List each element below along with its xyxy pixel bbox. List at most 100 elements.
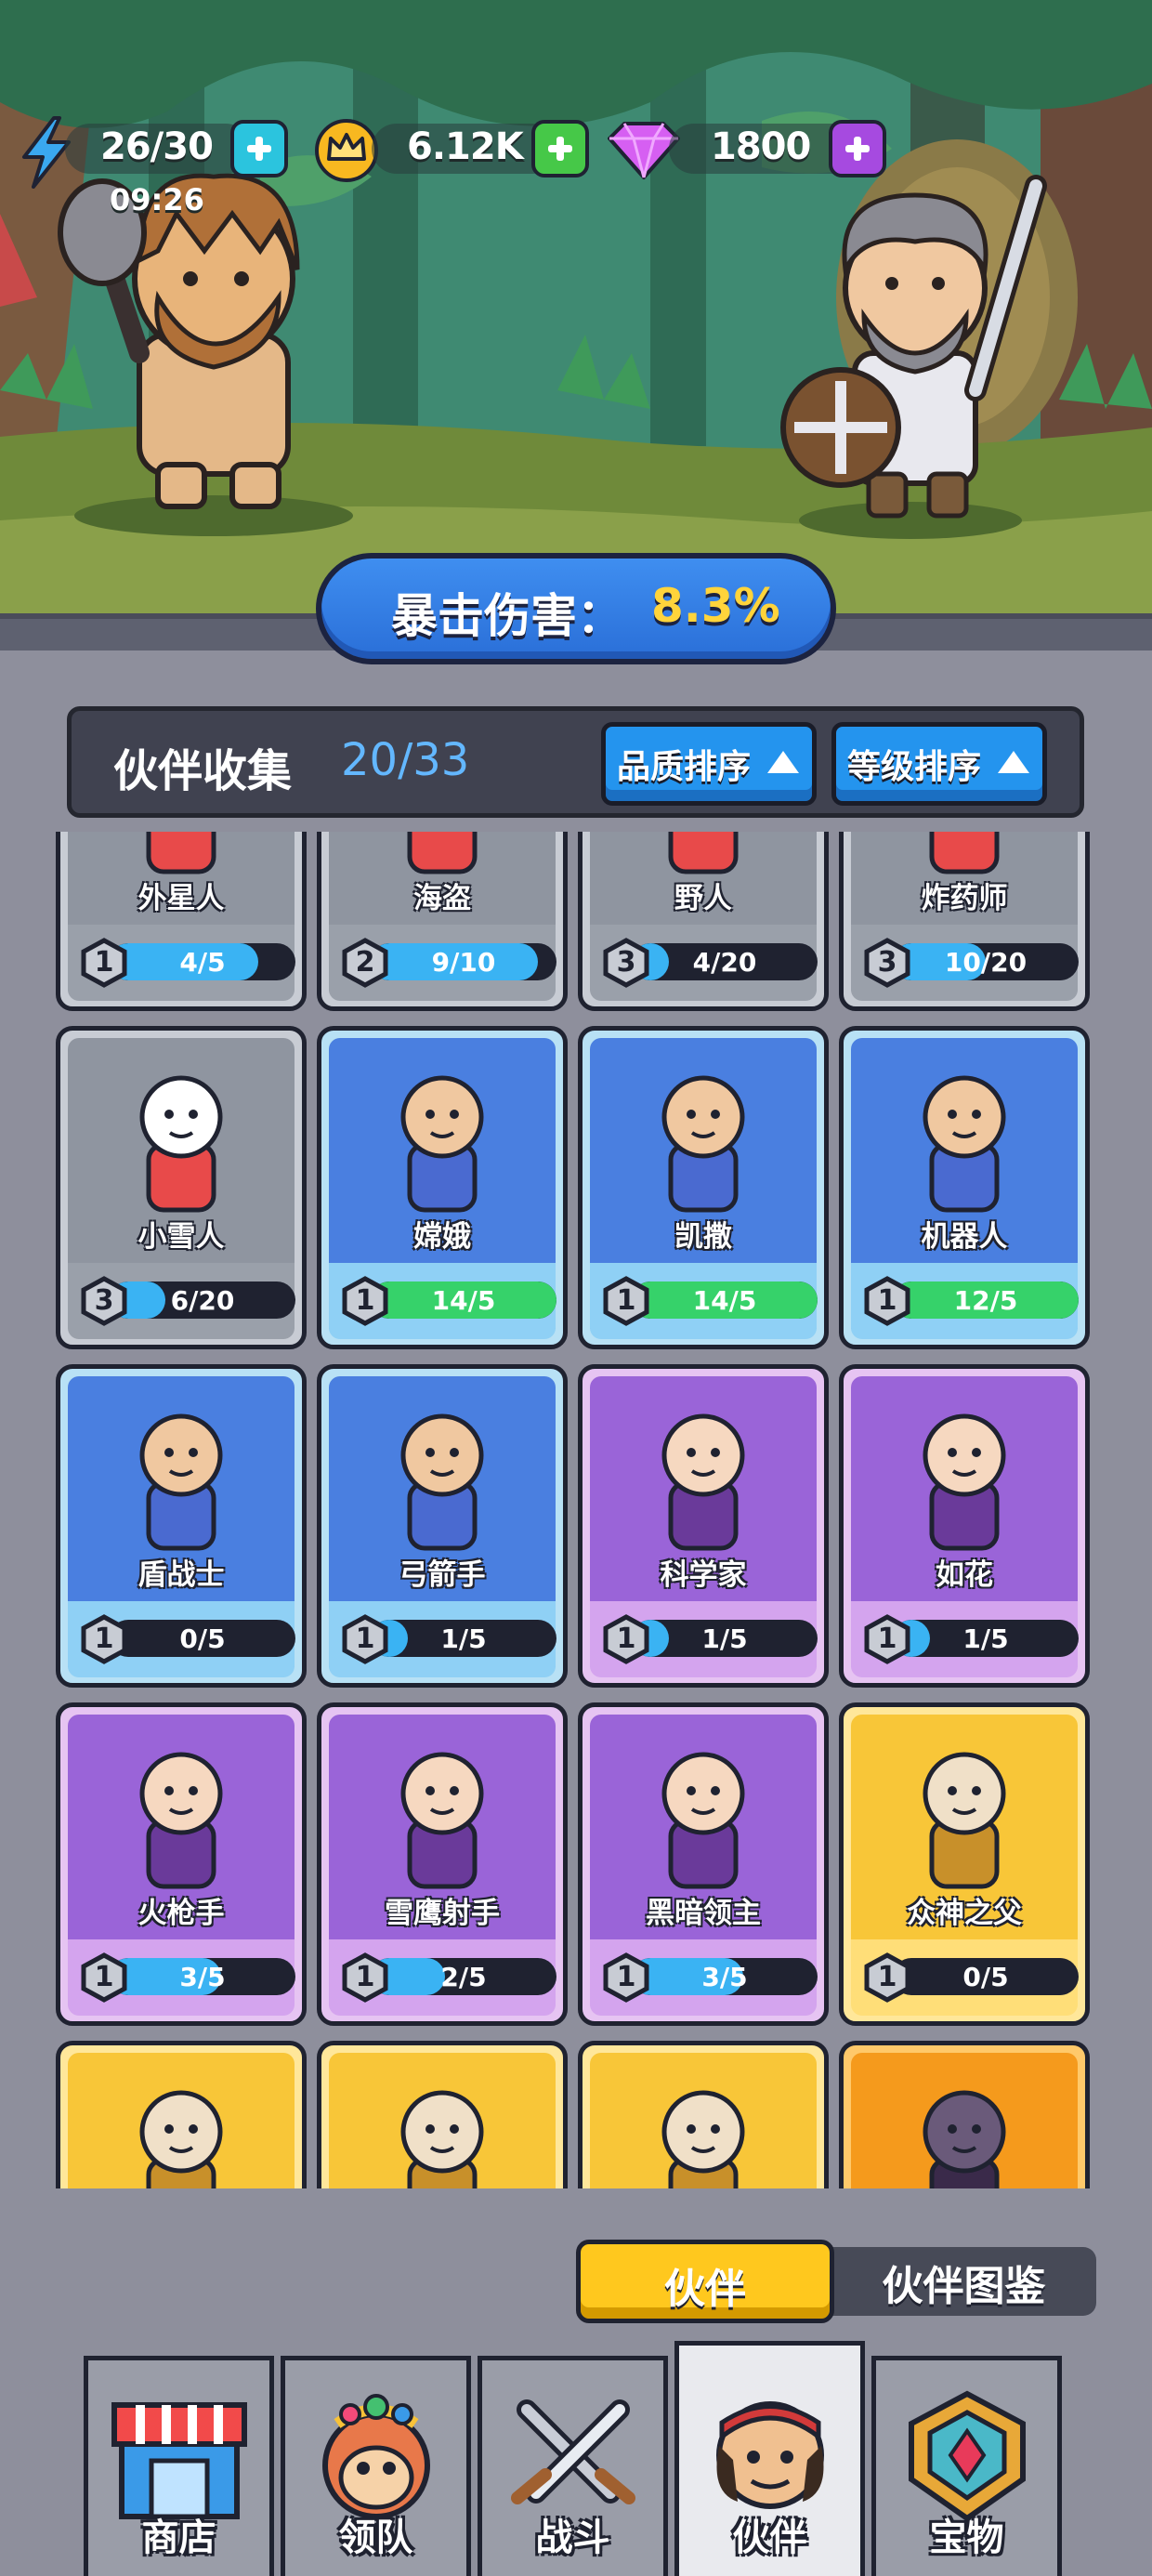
partner-view-toggle: 伙伴图鉴 伙伴	[576, 2240, 1096, 2323]
partner-level: 1	[355, 1284, 375, 1317]
partner-portrait	[923, 1075, 1006, 1213]
partner-grid-viewport[interactable]: 外星人 4/5 1 海盗 9/10 2 野人 4/20 3 炸药师 10/20 3 小雪人 6/20 3 嫦娥…	[56, 832, 1096, 2188]
partner-name: 科学家	[660, 1558, 747, 1592]
partner-card[interactable]: 火枪手 3/5 1	[56, 1702, 307, 2026]
partner-shard-progress-bar: 1/5	[893, 1620, 1079, 1657]
partner-portrait	[400, 1413, 484, 1551]
partner-card[interactable]	[578, 2041, 829, 2188]
coins-plus-button[interactable]	[531, 120, 589, 177]
partner-card[interactable]: 弓箭手 1/5 1	[317, 1364, 568, 1688]
resource-hud: 26/30 6.12K 1800	[19, 116, 901, 189]
tab-partner-codex[interactable]: 伙伴图鉴	[831, 2247, 1096, 2316]
tab-partners-label: 伙伴	[664, 2266, 746, 2313]
nav-tab-leader[interactable]: 领队	[281, 2356, 471, 2576]
partner-progress-area: 2/5 1	[329, 1939, 556, 2016]
partner-progress-area: 0/5 1	[68, 1601, 295, 1677]
partner-card[interactable]: 凯撒 14/5 1	[578, 1026, 829, 1349]
nav-tab-shop-label: 商店	[141, 2517, 216, 2559]
partner-level: 1	[616, 1623, 636, 1655]
shop-icon	[111, 2402, 247, 2519]
crown-coin-icon	[315, 119, 378, 182]
partner-portrait	[661, 1752, 745, 1889]
partner-card[interactable]: 机器人 12/5 1	[839, 1026, 1090, 1349]
partner-progress-text: 10/20	[944, 947, 1028, 978]
nav-tab-partners[interactable]: 伙伴	[674, 2341, 865, 2576]
partner-shard-progress-bar: 10/20	[893, 943, 1079, 980]
partner-progress-area: 9/10 2	[329, 925, 556, 1001]
partner-progress-text: 9/10	[431, 947, 496, 978]
partner-card[interactable]: 野人 4/20 3	[578, 832, 829, 1011]
nav-tab-partners-label: 伙伴	[732, 2517, 807, 2559]
partner-card[interactable]	[839, 2041, 1090, 2188]
crossed-swords-icon	[510, 2399, 635, 2504]
tab-partners[interactable]: 伙伴	[576, 2240, 834, 2323]
nav-tab-treasure[interactable]: 宝物	[871, 2356, 1062, 2576]
energy-timer: 09:26	[110, 182, 204, 217]
partner-portrait	[661, 1413, 745, 1551]
partner-card[interactable]: 小雪人 6/20 3	[56, 1026, 307, 1349]
collection-header: 伙伴收集 20/33 品质排序 等级排序	[67, 706, 1084, 818]
partner-shard-progress-bar: 4/5	[110, 943, 295, 980]
partner-progress-area: 3/5 1	[68, 1939, 295, 2016]
partner-card[interactable]	[317, 2041, 568, 2188]
partner-card[interactable]: 海盗 9/10 2	[317, 832, 568, 1011]
partner-name: 火枪手	[137, 1897, 225, 1930]
nav-tab-shop[interactable]: 商店	[84, 2356, 274, 2576]
energy-value: 26/30	[100, 125, 214, 168]
sort-ascending-icon	[767, 751, 799, 773]
treasure-emblem-icon	[908, 2390, 1026, 2522]
partner-level: 2	[355, 946, 375, 979]
partner-progress-area: 12/5 1	[851, 1263, 1079, 1339]
partner-card[interactable]: 雪鹰射手 2/5 1	[317, 1702, 568, 2026]
partner-shard-progress-bar: 1/5	[371, 1620, 556, 1657]
gems-value: 1800	[711, 125, 811, 168]
partner-shard-progress-bar: 1/5	[632, 1620, 818, 1657]
level-hexagon-icon: 3	[79, 1276, 129, 1326]
partner-card[interactable]: 众神之父 0/5 1	[839, 1702, 1090, 2026]
partner-card[interactable]: 如花 1/5 1	[839, 1364, 1090, 1688]
nav-tab-battle[interactable]: 战斗	[478, 2356, 668, 2576]
partner-card[interactable]: 嫦娥 14/5 1	[317, 1026, 568, 1349]
partner-level: 1	[94, 1961, 114, 1993]
partner-progress-text: 1/5	[440, 1623, 487, 1654]
game-screen: 26/30 6.12K 1800 09:26 暴击伤害： 8.3% 伙伴收集 2…	[0, 0, 1152, 2576]
partner-name: 海盗	[413, 882, 471, 915]
gems-plus-button[interactable]	[829, 120, 886, 177]
partner-progress-text: 0/5	[179, 1623, 226, 1654]
partner-progress-text: 12/5	[953, 1285, 1018, 1316]
monkey-leader-icon	[321, 2394, 430, 2519]
partner-card[interactable]: 外星人 4/5 1	[56, 832, 307, 1011]
partner-portrait	[923, 1413, 1006, 1551]
partner-portrait	[400, 2090, 484, 2188]
sort-by-quality-button[interactable]: 品质排序	[601, 722, 817, 806]
partner-name: 外星人	[137, 882, 225, 915]
level-hexagon-icon: 1	[862, 1952, 912, 2003]
sort-by-quality-label: 品质排序	[617, 748, 752, 786]
energy-plus-button[interactable]	[230, 120, 288, 177]
partner-card[interactable]	[56, 2041, 307, 2188]
partner-card[interactable]: 黑暗领主 3/5 1	[578, 1702, 829, 2026]
partner-portrait	[668, 832, 739, 874]
partner-level: 3	[94, 1284, 114, 1317]
coins-value: 6.12K	[407, 125, 524, 168]
tab-partner-codex-label: 伙伴图鉴	[882, 2263, 1046, 2310]
level-hexagon-icon: 1	[601, 1614, 651, 1664]
partner-level: 1	[877, 1284, 897, 1317]
partner-progress-area: 1/5 1	[590, 1601, 818, 1677]
partner-name: 盾战士	[137, 1558, 225, 1592]
level-hexagon-icon: 1	[862, 1614, 912, 1664]
partner-portrait	[139, 1413, 223, 1551]
partner-progress-area: 1/5 1	[329, 1601, 556, 1677]
partner-portrait	[139, 1752, 223, 1889]
partner-card[interactable]: 科学家 1/5 1	[578, 1364, 829, 1688]
partner-card[interactable]: 盾战士 0/5 1	[56, 1364, 307, 1688]
nav-tab-treasure-label: 宝物	[929, 2517, 1004, 2559]
partner-shard-progress-bar: 2/5	[371, 1958, 556, 1995]
partner-progress-text: 0/5	[962, 1962, 1009, 1992]
partner-level: 1	[877, 1961, 897, 1993]
partner-progress-text: 3/5	[179, 1962, 226, 1992]
partner-name: 机器人	[921, 1220, 1008, 1254]
sort-by-level-button[interactable]: 等级排序	[831, 722, 1047, 806]
partner-shard-progress-bar: 0/5	[110, 1620, 295, 1657]
partner-card[interactable]: 炸药师 10/20 3	[839, 832, 1090, 1011]
